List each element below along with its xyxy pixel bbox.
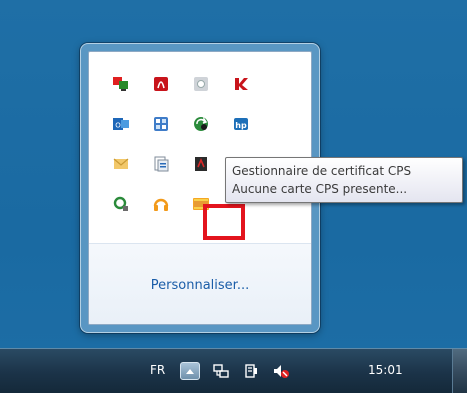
documents-icon[interactable] bbox=[141, 144, 181, 184]
tooltip-line-1: Gestionnaire de certificat CPS bbox=[232, 164, 412, 178]
svg-text:hp: hp bbox=[235, 121, 247, 130]
clock[interactable]: 15:01 bbox=[368, 363, 403, 377]
sync-arrows-icon[interactable] bbox=[181, 104, 221, 144]
show-desktop-button[interactable] bbox=[452, 349, 467, 393]
tray-icon-tooltip: Gestionnaire de certificat CPS Aucune ca… bbox=[225, 157, 463, 203]
calculator-app-icon[interactable] bbox=[141, 104, 181, 144]
tooltip-line-2: Aucune carte CPS presente... bbox=[232, 182, 408, 196]
mail-envelope-icon[interactable] bbox=[101, 144, 141, 184]
kaspersky-icon[interactable] bbox=[221, 64, 261, 104]
chevron-up-icon bbox=[186, 369, 194, 374]
taskbar: FR 15:01 bbox=[0, 348, 467, 393]
outlook-icon[interactable]: O bbox=[101, 104, 141, 144]
network-icon[interactable] bbox=[212, 362, 230, 380]
network-monitor-icon[interactable] bbox=[101, 64, 141, 104]
language-indicator[interactable]: FR bbox=[150, 363, 165, 377]
cps-card-icon[interactable] bbox=[181, 184, 221, 224]
flyout-footer: Personnaliser... bbox=[89, 243, 311, 324]
headset-icon[interactable] bbox=[141, 184, 181, 224]
customize-link[interactable]: Personnaliser... bbox=[89, 278, 311, 293]
hp-printer-icon[interactable]: hp bbox=[221, 104, 261, 144]
power-plug-icon[interactable] bbox=[242, 362, 260, 380]
show-hidden-icons-button[interactable] bbox=[180, 362, 200, 380]
volume-muted-icon[interactable] bbox=[272, 362, 290, 380]
svg-text:O: O bbox=[115, 122, 121, 130]
media-icon[interactable] bbox=[181, 64, 221, 104]
magnifier-icon[interactable] bbox=[101, 184, 141, 224]
pdf-tool-icon[interactable] bbox=[181, 144, 221, 184]
acrobat-icon[interactable] bbox=[141, 64, 181, 104]
